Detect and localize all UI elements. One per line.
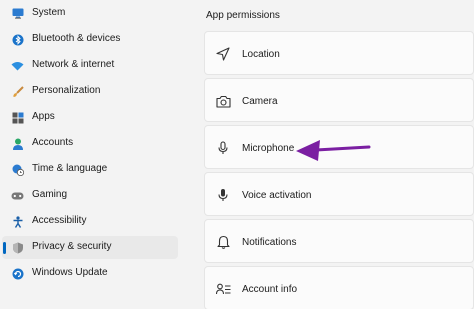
account-info-icon [215, 281, 231, 297]
permission-label: Voice activation [242, 190, 312, 201]
sidebar-item-label: System [32, 7, 66, 18]
sidebar-item-gaming[interactable]: Gaming [2, 184, 178, 207]
sidebar-item-accessibility[interactable]: Accessibility [2, 210, 178, 233]
sidebar-item-windows-update[interactable]: Windows Update [2, 262, 178, 285]
bluetooth-icon [11, 33, 24, 46]
permission-location[interactable]: Location [204, 31, 474, 75]
permission-label: Microphone [242, 143, 295, 154]
microphone-icon [215, 140, 231, 156]
globe-clock-icon [11, 163, 24, 176]
permission-account-info[interactable]: Account info [204, 266, 474, 309]
privacy-main-panel: App permissions Location Camera Micropho… [192, 0, 474, 309]
bell-icon [215, 234, 231, 250]
sidebar-item-label: Windows Update [32, 267, 108, 278]
permission-voice-activation[interactable]: Voice activation [204, 172, 474, 216]
sidebar-item-system[interactable]: System [2, 2, 178, 25]
camera-icon [215, 93, 231, 109]
settings-sidebar: System Bluetooth & devices Network & int… [0, 0, 182, 309]
sidebar-item-apps[interactable]: Apps [2, 106, 178, 129]
sidebar-item-bluetooth[interactable]: Bluetooth & devices [2, 28, 178, 51]
update-icon [11, 267, 24, 280]
sidebar-item-label: Apps [32, 111, 55, 122]
sidebar-item-privacy-security[interactable]: Privacy & security [2, 236, 178, 259]
permission-label: Camera [242, 96, 278, 107]
permission-label: Location [242, 49, 280, 60]
sidebar-item-label: Accessibility [32, 215, 87, 226]
sidebar-item-accounts[interactable]: Accounts [2, 132, 178, 155]
permission-notifications[interactable]: Notifications [204, 219, 474, 263]
section-title: App permissions [206, 10, 280, 21]
sidebar-item-label: Gaming [32, 189, 68, 200]
permission-microphone[interactable]: Microphone [204, 125, 474, 169]
monitor-icon [11, 7, 24, 20]
sidebar-item-label: Time & language [32, 163, 108, 174]
location-arrow-icon [215, 46, 231, 62]
sidebar-item-personalization[interactable]: Personalization [2, 80, 178, 103]
accessibility-icon [11, 215, 24, 228]
shield-icon [11, 241, 24, 254]
brush-icon [11, 85, 24, 98]
wifi-icon [11, 59, 24, 72]
permission-camera[interactable]: Camera [204, 78, 474, 122]
sidebar-item-label: Network & internet [32, 59, 115, 70]
sidebar-item-label: Privacy & security [32, 241, 112, 252]
gamepad-icon [11, 189, 24, 202]
permission-label: Notifications [242, 237, 297, 248]
selected-indicator [3, 242, 6, 254]
permission-label: Account info [242, 284, 298, 295]
sidebar-item-label: Bluetooth & devices [32, 33, 121, 44]
sidebar-item-network[interactable]: Network & internet [2, 54, 178, 77]
person-icon [11, 137, 24, 150]
apps-icon [11, 111, 24, 124]
sidebar-item-label: Personalization [32, 85, 101, 96]
sidebar-item-time-language[interactable]: Time & language [2, 158, 178, 181]
voice-microphone-icon [215, 187, 231, 203]
sidebar-item-label: Accounts [32, 137, 74, 148]
